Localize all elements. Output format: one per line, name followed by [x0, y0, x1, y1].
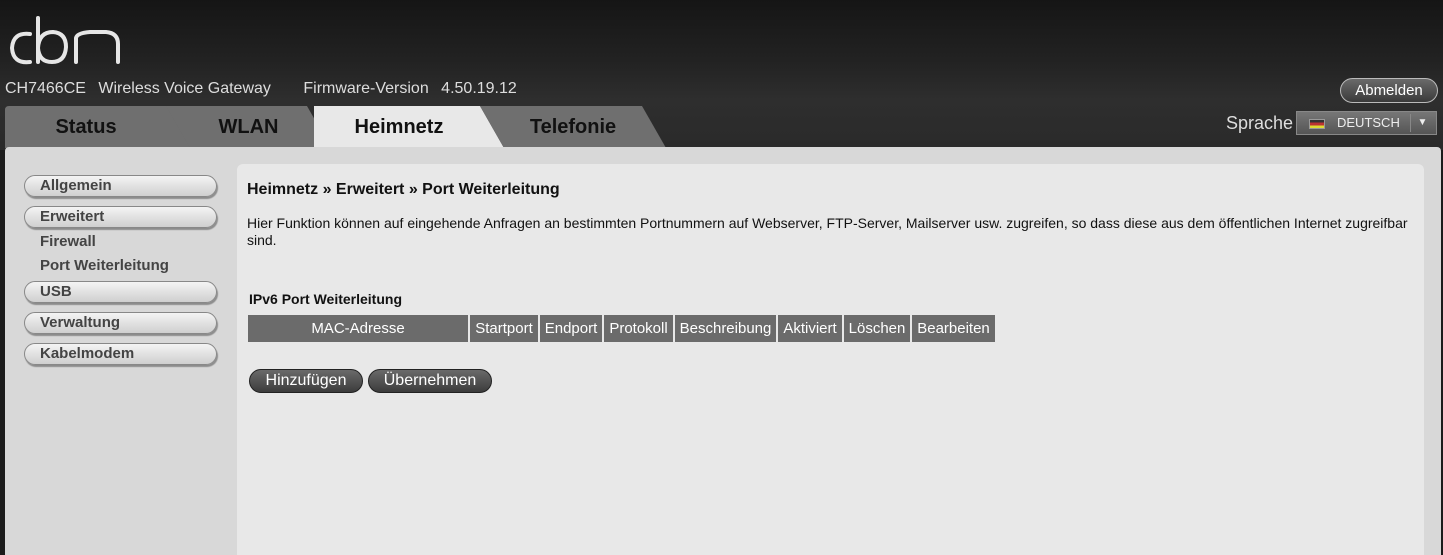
- column-header-mac: MAC-Adresse: [248, 315, 468, 342]
- cbn-logo: [8, 14, 126, 71]
- column-header-loeschen: Löschen: [844, 315, 910, 342]
- tab-status-label: Status: [55, 116, 117, 138]
- logout-button[interactable]: Abmelden: [1340, 78, 1438, 103]
- port-forwarding-table-header: MAC-Adresse Startport Endport Protokoll …: [248, 315, 997, 342]
- column-header-endport: Endport: [540, 315, 602, 342]
- flag-icon: [1309, 119, 1325, 129]
- sidebar-item-port-weiterleitung[interactable]: Port Weiterleitung: [24, 256, 217, 280]
- model-number: CH7466CE: [5, 80, 86, 97]
- main-tabs: Status WLAN Heimnetz Telefonie: [0, 106, 700, 148]
- tab-telefonie-label: Telefonie: [529, 116, 617, 138]
- add-button[interactable]: Hinzufügen: [249, 369, 363, 393]
- device-info: CH7466CE Wireless Voice Gateway Firmware…: [5, 80, 545, 98]
- sidebar-item-kabelmodem[interactable]: Kabelmodem: [24, 343, 217, 365]
- breadcrumb: Heimnetz » Erweitert » Port Weiterleitun…: [247, 181, 560, 198]
- chevron-down-icon[interactable]: ▼: [1410, 114, 1434, 132]
- sidebar-item-usb[interactable]: USB: [24, 281, 217, 303]
- language-select[interactable]: DEUTSCH ▼: [1296, 111, 1437, 135]
- firmware-version: 4.50.19.12: [441, 80, 517, 97]
- language-label: Sprache: [1226, 113, 1294, 133]
- tab-wlan-label: WLAN: [218, 116, 279, 138]
- column-header-startport: Startport: [470, 315, 538, 342]
- tab-heimnetz-label: Heimnetz: [354, 116, 444, 138]
- cbn-logo-icon: [9, 16, 120, 65]
- column-header-beschreibung: Beschreibung: [675, 315, 776, 342]
- column-header-aktiviert: Aktiviert: [778, 315, 842, 342]
- tab-wlan[interactable]: WLAN: [166, 106, 331, 148]
- tab-telefonie[interactable]: Telefonie: [480, 106, 666, 148]
- sidebar-item-verwaltung[interactable]: Verwaltung: [24, 312, 217, 334]
- column-header-protokoll: Protokoll: [604, 315, 673, 342]
- section-title: IPv6 Port Weiterleitung: [249, 291, 402, 307]
- tab-heimnetz[interactable]: Heimnetz: [314, 106, 504, 148]
- apply-button[interactable]: Übernehmen: [368, 369, 492, 393]
- firmware-label: Firmware-Version: [303, 80, 429, 97]
- page-description: Hier Funktion können auf eingehende Anfr…: [247, 215, 1408, 248]
- sidebar-item-erweitert[interactable]: Erweitert: [24, 206, 217, 228]
- language-selected: DEUTSCH: [1337, 115, 1400, 130]
- sidebar-item-allgemein[interactable]: Allgemein: [24, 175, 217, 197]
- product-name: Wireless Voice Gateway: [98, 80, 271, 97]
- sidebar-item-firewall[interactable]: Firewall: [24, 232, 217, 256]
- sidebar: Allgemein Erweitert Firewall Port Weiter…: [24, 175, 217, 374]
- column-header-bearbeiten: Bearbeiten: [912, 315, 995, 342]
